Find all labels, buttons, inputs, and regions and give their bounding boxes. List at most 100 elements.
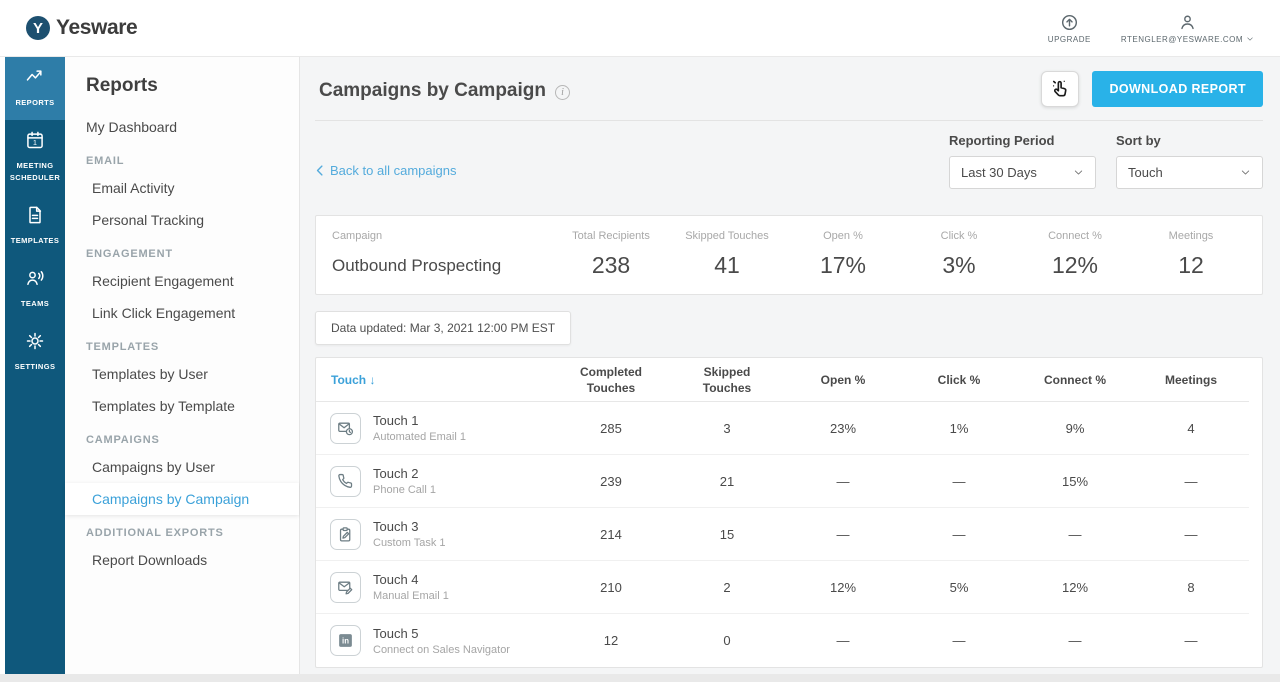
col-open: Open % xyxy=(785,372,901,388)
col-completed-touches: Completed Touches xyxy=(553,364,669,396)
cell-completed-touches: 214 xyxy=(553,527,669,542)
cell-open-pct: 23% xyxy=(785,421,901,436)
summary-col-skipped-touches: Skipped Touches xyxy=(669,229,785,243)
sidebar-item-recipient-engagement[interactable]: Recipient Engagement xyxy=(65,265,299,297)
summary-col-connect: Connect % xyxy=(1017,229,1133,243)
summary-col-total-recipients: Total Recipients xyxy=(553,229,669,243)
sidebar-item-campaigns-by-user[interactable]: Campaigns by User xyxy=(65,451,299,483)
account-email: RTENGLER@YESWARE.COM xyxy=(1121,35,1243,44)
reports-chart-icon xyxy=(25,67,45,92)
touches-table: Touch ↓ Completed Touches Skipped Touche… xyxy=(315,357,1263,668)
templates-doc-icon xyxy=(25,205,45,230)
summary-col-open: Open % xyxy=(785,229,901,243)
manual-email-icon xyxy=(330,572,361,603)
col-connect: Connect % xyxy=(1017,372,1133,388)
svg-text:in: in xyxy=(342,637,349,646)
cell-open-pct: — xyxy=(785,474,901,489)
sidebar-item-campaigns-by-campaign[interactable]: Campaigns by Campaign xyxy=(65,483,299,515)
rail-item-templates[interactable]: TEMPLATES xyxy=(5,195,65,258)
sidebar-item-link-click-engagement[interactable]: Link Click Engagement xyxy=(65,297,299,329)
cell-click-pct: — xyxy=(901,474,1017,489)
table-row[interactable]: in Touch 5 Connect on Sales Navigator 12… xyxy=(316,614,1249,667)
cell-connect-pct: — xyxy=(1017,633,1133,648)
sidebar-section-additional-exports: ADDITIONAL EXPORTS xyxy=(65,515,299,544)
sidebar-item-report-downloads[interactable]: Report Downloads xyxy=(65,544,299,576)
reporting-period-select[interactable]: Last 30 Days xyxy=(949,156,1096,189)
cell-open-pct: — xyxy=(785,527,901,542)
sort-arrow-icon: ↓ xyxy=(369,373,375,387)
upgrade-button[interactable]: UPGRADE xyxy=(1048,13,1091,44)
click-hand-icon xyxy=(1049,78,1071,100)
cell-click-pct: — xyxy=(901,633,1017,648)
table-row[interactable]: Touch 3 Custom Task 1 214 15 — — — — xyxy=(316,508,1249,561)
summary-total-recipients: 238 xyxy=(553,252,669,279)
cell-completed-touches: 285 xyxy=(553,421,669,436)
main-content: Campaigns by Campaign i DOWNLOAD REPORT … xyxy=(300,57,1280,674)
rail-item-meeting-scheduler[interactable]: 1 MEETING SCHEDULER xyxy=(5,120,65,195)
summary-col-click: Click % xyxy=(901,229,1017,243)
settings-gear-icon xyxy=(25,331,45,356)
chevron-down-icon xyxy=(1246,35,1254,43)
title-divider xyxy=(315,120,1263,121)
custom-task-icon xyxy=(330,519,361,550)
col-skipped-touches: Skipped Touches xyxy=(669,364,785,396)
cell-meetings: — xyxy=(1133,474,1249,489)
rail-item-teams[interactable]: TEAMS xyxy=(5,258,65,321)
phone-call-icon xyxy=(330,466,361,497)
click-pointer-button[interactable] xyxy=(1041,71,1079,107)
table-row[interactable]: Touch 4 Manual Email 1 210 2 12% 5% 12% … xyxy=(316,561,1249,614)
sidebar-section-email: EMAIL xyxy=(65,143,299,172)
col-meetings: Meetings xyxy=(1133,372,1249,388)
cell-meetings: 4 xyxy=(1133,421,1249,436)
cell-completed-touches: 239 xyxy=(553,474,669,489)
cell-open-pct: 12% xyxy=(785,580,901,595)
cell-skipped-touches: 3 xyxy=(669,421,785,436)
icon-rail: REPORTS 1 MEETING SCHEDULER TEMPLATES TE… xyxy=(5,57,65,674)
chevron-left-icon xyxy=(315,165,324,176)
summary-open-pct: 17% xyxy=(785,252,901,279)
table-row[interactable]: Touch 1 Automated Email 1 285 3 23% 1% 9… xyxy=(316,402,1249,455)
cell-completed-touches: 12 xyxy=(553,633,669,648)
automated-email-icon xyxy=(330,413,361,444)
summary-connect-pct: 12% xyxy=(1017,252,1133,279)
top-bar: Y Yesware UPGRADE RTENGLER@YESWARE.COM xyxy=(0,0,1280,57)
sort-by-select[interactable]: Touch xyxy=(1116,156,1263,189)
sidebar-section-engagement: ENGAGEMENT xyxy=(65,236,299,265)
chevron-down-icon xyxy=(1240,167,1251,178)
cell-open-pct: — xyxy=(785,633,901,648)
cell-skipped-touches: 15 xyxy=(669,527,785,542)
yesware-logo: Y Yesware xyxy=(26,16,137,40)
cell-skipped-touches: 0 xyxy=(669,633,785,648)
summary-meetings: 12 xyxy=(1133,252,1249,279)
cell-meetings: 8 xyxy=(1133,580,1249,595)
back-to-campaigns-link[interactable]: Back to all campaigns xyxy=(315,163,456,178)
sidebar-item-templates-by-template[interactable]: Templates by Template xyxy=(65,390,299,422)
sort-by-touch-header[interactable]: Touch ↓ xyxy=(316,373,553,387)
svg-text:1: 1 xyxy=(33,138,37,147)
sidebar-item-personal-tracking[interactable]: Personal Tracking xyxy=(65,204,299,236)
table-header-row: Touch ↓ Completed Touches Skipped Touche… xyxy=(316,358,1249,402)
yesware-logo-text: Yesware xyxy=(56,16,137,40)
sidebar-section-campaigns: CAMPAIGNS xyxy=(65,422,299,451)
cell-meetings: — xyxy=(1133,633,1249,648)
summary-skipped-touches: 41 xyxy=(669,252,785,279)
linkedin-icon: in xyxy=(330,625,361,656)
table-row[interactable]: Touch 2 Phone Call 1 239 21 — — 15% — xyxy=(316,455,1249,508)
rail-item-settings[interactable]: SETTINGS xyxy=(5,321,65,384)
user-icon xyxy=(1178,13,1197,32)
account-menu[interactable]: RTENGLER@YESWARE.COM xyxy=(1121,13,1254,44)
rail-item-reports[interactable]: REPORTS xyxy=(5,57,65,120)
cell-click-pct: — xyxy=(901,527,1017,542)
cell-skipped-touches: 2 xyxy=(669,580,785,595)
info-icon[interactable]: i xyxy=(555,85,570,100)
chevron-down-icon xyxy=(1073,167,1084,178)
campaign-summary-card: Campaign Total Recipients Skipped Touche… xyxy=(315,215,1263,295)
cell-skipped-touches: 21 xyxy=(669,474,785,489)
sidebar-item-templates-by-user[interactable]: Templates by User xyxy=(65,358,299,390)
sidebar-item-email-activity[interactable]: Email Activity xyxy=(65,172,299,204)
summary-col-campaign: Campaign xyxy=(316,229,553,243)
sidebar-section-templates: TEMPLATES xyxy=(65,329,299,358)
sidebar-item-my-dashboard[interactable]: My Dashboard xyxy=(65,111,299,143)
download-report-button[interactable]: DOWNLOAD REPORT xyxy=(1092,71,1263,107)
cell-connect-pct: — xyxy=(1017,527,1133,542)
